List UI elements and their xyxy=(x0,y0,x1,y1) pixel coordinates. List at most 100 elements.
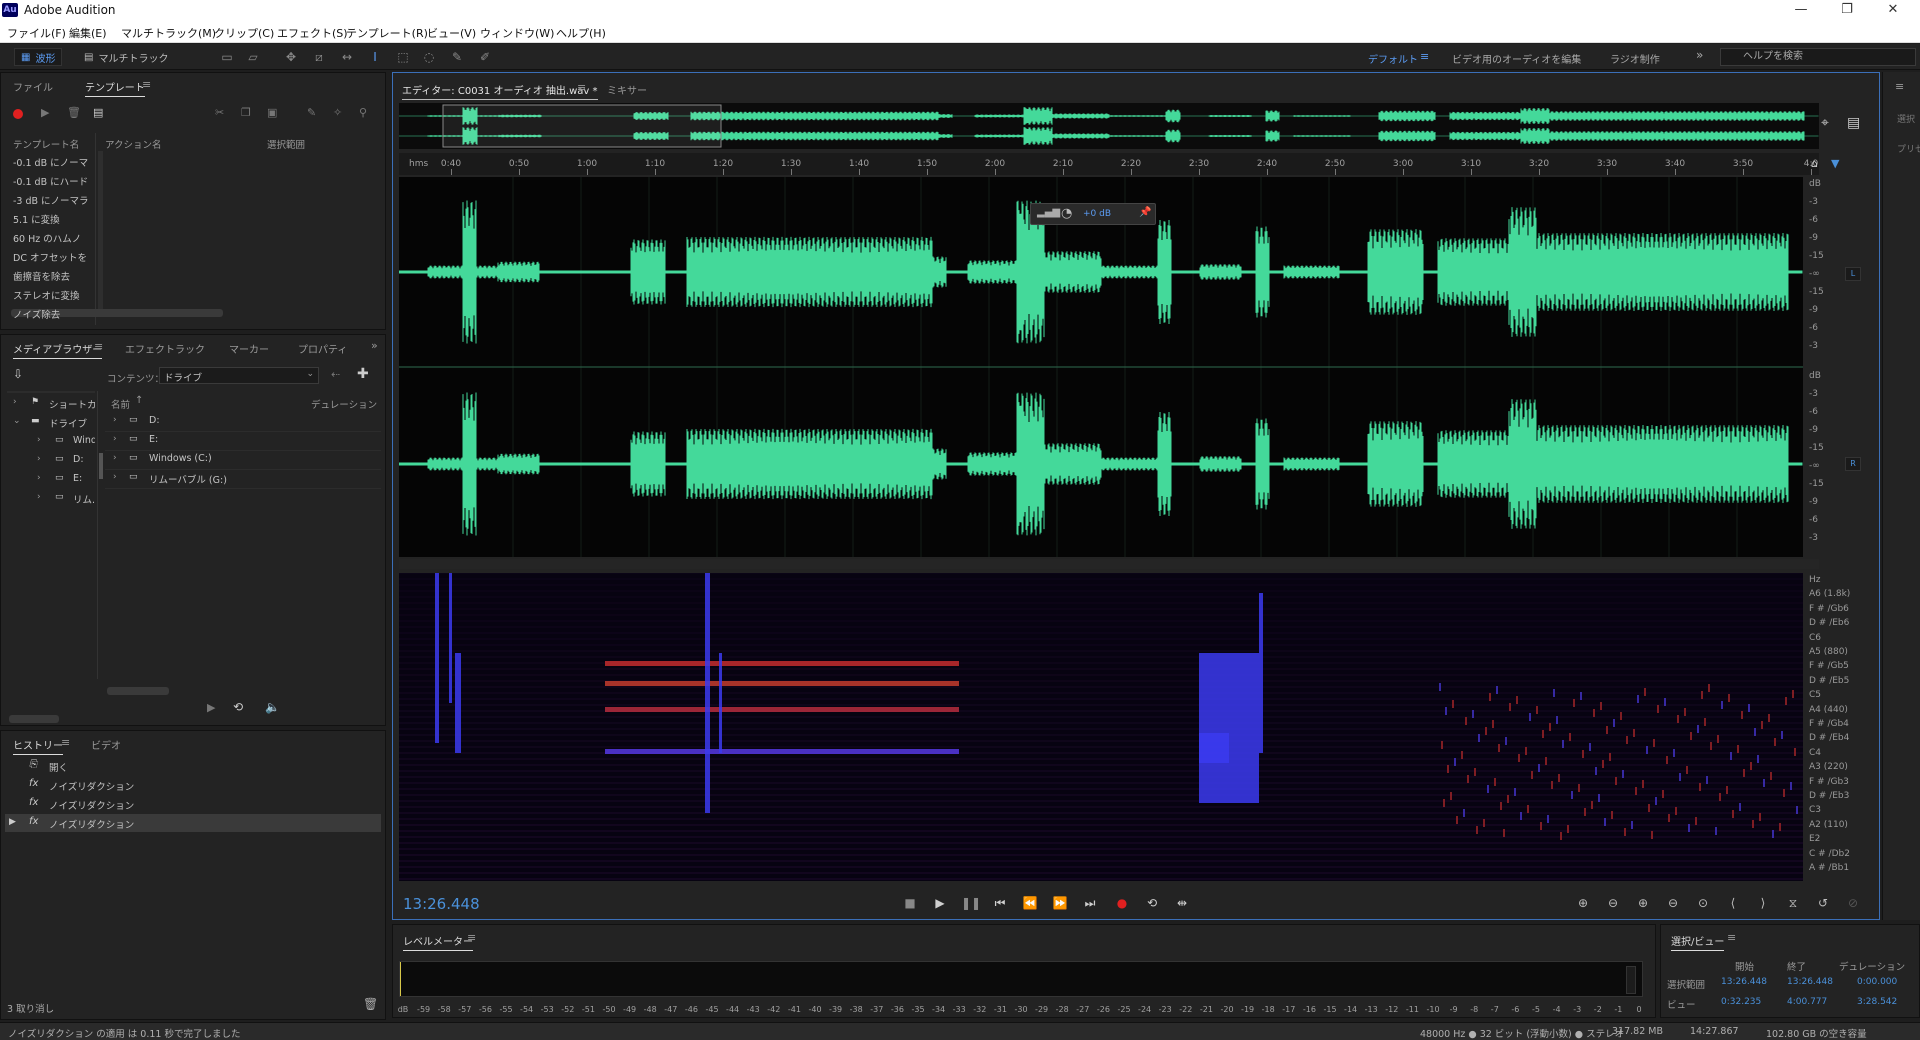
maximize-button[interactable]: ❐ xyxy=(1824,0,1870,20)
lasso-tool-icon[interactable]: ◌ xyxy=(422,50,436,64)
fast-forward-icon[interactable]: ⏩ xyxy=(1051,895,1069,911)
tab-media-browser[interactable]: メディアブラウザー xyxy=(13,341,103,359)
time-selection-tool-icon[interactable]: I xyxy=(368,50,382,64)
move-tool-icon[interactable]: ✥ xyxy=(284,50,298,64)
cut-icon[interactable]: ✂ xyxy=(215,106,224,119)
marquee-tool-icon[interactable]: ⬚ xyxy=(396,50,410,64)
time-ruler[interactable]: hms 0:40 0:50 1:00 1:10 1:20 1:30 1:40 1:50 2:00… xyxy=(399,153,1819,175)
template-row[interactable]: -3 dB にノーマラ xyxy=(13,193,89,207)
wand-icon[interactable]: ⚲ xyxy=(359,106,367,119)
workspace-default[interactable]: デフォルト xyxy=(1368,51,1418,66)
overview-navigator[interactable] xyxy=(399,103,1819,149)
spectral-splitter[interactable] xyxy=(399,559,1819,569)
play-icon[interactable]: ▶ xyxy=(207,701,215,714)
view-duration[interactable]: 3:28.542 xyxy=(1857,997,1897,1007)
import-icon[interactable]: ⇩ xyxy=(13,367,23,381)
contents-dropdown[interactable]: ドライブ ⌄ xyxy=(159,367,319,384)
zoom-in-left-icon[interactable]: ⟨ xyxy=(1723,895,1743,911)
view-end[interactable]: 4:00.777 xyxy=(1787,997,1827,1007)
add-shortcut-icon[interactable]: ✚ xyxy=(357,366,369,382)
template-row[interactable]: 5.1 に変換 xyxy=(13,212,60,226)
tree-drive[interactable]: リム... xyxy=(73,492,95,506)
skip-selection-icon[interactable]: ⇹ xyxy=(1173,895,1191,911)
skip-to-end-icon[interactable]: ⏭ xyxy=(1081,895,1099,911)
waveform-display[interactable] xyxy=(399,177,1803,557)
tab-mixer[interactable]: ミキサー xyxy=(607,82,647,97)
rewind-icon[interactable]: ⏪ xyxy=(1021,895,1039,911)
tab-history[interactable]: ヒストリー xyxy=(13,737,63,755)
chevron-right-icon[interactable]: › xyxy=(113,453,117,463)
tab-selection-view[interactable]: 選択/ビュー xyxy=(1671,933,1725,951)
menu-clip[interactable]: クリップ(C) xyxy=(214,25,274,41)
zoom-in-amplitude-icon[interactable]: ⊕ xyxy=(1573,895,1593,911)
zoom-in-time-icon[interactable]: ⊕ xyxy=(1633,895,1653,911)
template-row[interactable]: DC オフセットを xyxy=(13,250,87,264)
tree-drive[interactable]: E: xyxy=(73,473,95,484)
zoom-reset-icon[interactable]: ↺ xyxy=(1813,895,1833,911)
back-arrow-icon[interactable]: ⇠ xyxy=(331,368,340,381)
record-icon[interactable] xyxy=(13,109,23,119)
gain-knob-icon[interactable]: ◔ xyxy=(1061,206,1072,221)
panel-menu-icon[interactable]: ≡ xyxy=(467,931,476,944)
menu-help[interactable]: ヘルプ(H) xyxy=(556,25,606,41)
chevron-right-icon[interactable]: › xyxy=(37,435,41,445)
tab-level-meter[interactable]: レベルメーター xyxy=(403,933,473,951)
chevron-right-icon[interactable]: › xyxy=(113,434,117,444)
skip-to-start-icon[interactable]: ⏮ xyxy=(991,895,1009,911)
tab-video[interactable]: ビデオ xyxy=(91,737,121,752)
menu-window[interactable]: ウィンドウ(W) xyxy=(480,25,554,41)
zoom-out-time-icon[interactable]: ⊖ xyxy=(1663,895,1683,911)
copy-icon[interactable]: ❐ xyxy=(241,106,251,119)
workspace-radio[interactable]: ラジオ制作 xyxy=(1610,51,1660,66)
play-icon[interactable]: ▶ xyxy=(41,106,49,119)
spectral-pitch-icon[interactable]: ▱ xyxy=(246,50,260,64)
chevron-right-icon[interactable]: › xyxy=(37,473,41,483)
zoom-in-right-icon[interactable]: ⟩ xyxy=(1753,895,1773,911)
chevron-right-icon[interactable]: › xyxy=(113,415,117,425)
template-row[interactable]: -0.1 dB にノーマ xyxy=(13,155,88,169)
menu-view[interactable]: ビュー(V) xyxy=(427,25,476,41)
history-item[interactable]: ▶ fx ノイズリダクション xyxy=(5,814,381,832)
history-item[interactable]: ⎘ 開く xyxy=(5,757,381,775)
menu-edit[interactable]: 編集(E) xyxy=(69,25,107,41)
list-scrollbar[interactable] xyxy=(107,687,169,695)
template-row[interactable]: ステレオに変換 xyxy=(13,288,80,302)
pause-icon[interactable]: ❚❚ xyxy=(961,895,981,911)
panel-menu-icon[interactable]: ≡ xyxy=(577,81,586,94)
channel-left-button[interactable]: L xyxy=(1845,267,1861,281)
chevron-right-icon[interactable]: › xyxy=(37,454,41,464)
history-item[interactable]: fx ノイズリダクション xyxy=(5,776,381,794)
brush-tool-icon[interactable]: ✎ xyxy=(450,50,464,64)
selection-duration[interactable]: 0:00.000 xyxy=(1857,977,1897,987)
chevron-right-icon[interactable]: › xyxy=(113,472,117,482)
trash-icon[interactable]: 🗑 xyxy=(67,106,81,119)
tree-drives[interactable]: ドライブ xyxy=(49,416,95,430)
media-item[interactable]: D: xyxy=(149,415,160,426)
media-item[interactable]: Windows (C:) xyxy=(149,453,212,464)
magic-icon[interactable]: ✧ xyxy=(333,106,342,119)
view-start[interactable]: 0:32.235 xyxy=(1721,997,1761,1007)
chevron-right-icon[interactable]: › xyxy=(37,492,41,502)
template-row[interactable]: 歯擦音を除去 xyxy=(13,269,70,283)
playhead-marker-icon[interactable]: ▼ xyxy=(1831,157,1839,170)
overview-view-range[interactable] xyxy=(442,104,722,148)
history-item[interactable]: fx ノイズリダクション xyxy=(5,795,381,813)
razor-tool-icon[interactable]: ⧄ xyxy=(312,50,326,64)
menu-effects[interactable]: エフェクト(S) xyxy=(277,25,348,41)
paste-icon[interactable]: ▣ xyxy=(267,106,277,119)
tab-properties[interactable]: プロパティ xyxy=(298,341,347,356)
record-icon[interactable]: ● xyxy=(1113,895,1131,911)
chevron-right-icon[interactable]: ⌄ xyxy=(13,416,21,426)
batch-icon[interactable]: ▤ xyxy=(93,106,103,119)
panel-menu-icon[interactable]: ≡ xyxy=(142,78,151,91)
snap-icon[interactable]: ⌂ xyxy=(1811,157,1818,170)
tab-effects-rack[interactable]: エフェクトラック xyxy=(125,341,205,356)
trash-icon[interactable]: 🗑 xyxy=(363,997,378,1011)
loop-icon[interactable]: ⟲ xyxy=(233,700,243,714)
spot-healing-tool-icon[interactable]: ✐ xyxy=(478,50,492,64)
menu-multitrack[interactable]: マルチトラック(M) xyxy=(121,25,216,41)
play-icon[interactable]: ▶ xyxy=(931,895,949,911)
help-search-input[interactable]: ヘルプを検索 xyxy=(1720,48,1916,66)
workspace-more-button[interactable]: » xyxy=(1696,48,1703,62)
tree-shortcuts[interactable]: ショートカ xyxy=(49,397,95,411)
